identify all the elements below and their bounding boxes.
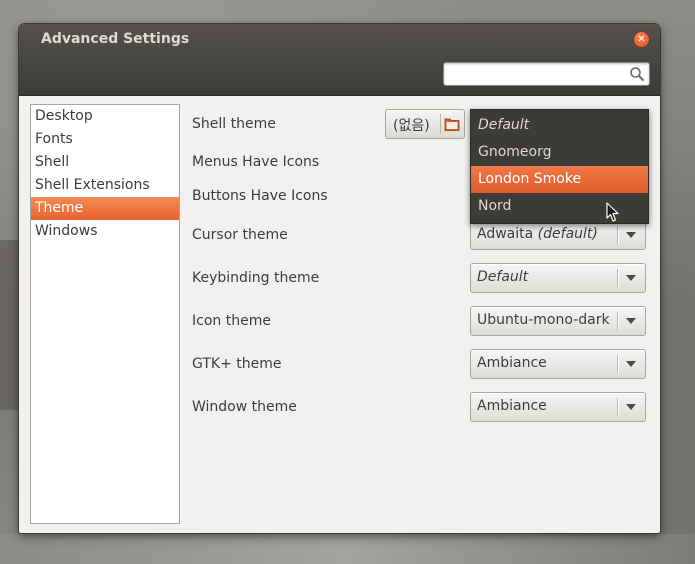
icon-theme-value: Ubuntu-mono-dark <box>477 312 610 328</box>
shell-theme-file-button[interactable]: (없음) <box>385 109 465 139</box>
cursor-theme-name: Adwaita <box>477 226 534 242</box>
menu-item-gnomeorg[interactable]: Gnomeorg <box>471 139 648 166</box>
chevron-down-icon <box>626 275 636 281</box>
search-input[interactable] <box>444 63 629 83</box>
menu-item-default[interactable]: Default <box>471 112 648 139</box>
cursor-theme-default-suffix: (default) <box>537 226 598 242</box>
menu-item-nord[interactable]: Nord <box>471 193 648 220</box>
keybinding-theme-combo[interactable]: Default <box>470 263 646 293</box>
window-theme-combo[interactable]: Ambiance <box>470 392 646 422</box>
gtk-theme-value: Ambiance <box>477 355 547 371</box>
shell-theme-none-label: (없음) <box>393 118 430 134</box>
cursor-theme-value: Adwaita (default) <box>477 226 598 242</box>
gtk-theme-combo[interactable]: Ambiance <box>470 349 646 379</box>
menus-have-icons-label: Menus Have Icons <box>192 154 320 170</box>
chevron-down-icon <box>626 361 636 367</box>
buttons-have-icons-label: Buttons Have Icons <box>192 188 328 204</box>
combo-separator <box>617 226 619 244</box>
cursor-theme-combo[interactable]: Adwaita (default) <box>470 220 646 250</box>
chevron-down-icon <box>626 232 636 238</box>
sidebar-item-theme[interactable]: Theme <box>31 197 179 220</box>
mouse-pointer-icon <box>606 202 619 222</box>
combo-separator <box>617 269 619 287</box>
sidebar-item-desktop[interactable]: Desktop <box>31 105 179 128</box>
search-field[interactable] <box>443 62 650 86</box>
chevron-down-icon <box>626 318 636 324</box>
combo-separator <box>617 355 619 373</box>
keybinding-theme-value: Default <box>477 269 529 285</box>
keybinding-theme-label: Keybinding theme <box>192 270 320 286</box>
window-title: Advanced Settings <box>41 31 190 47</box>
button-separator <box>440 114 441 134</box>
desktop-shape <box>0 534 695 564</box>
sidebar-item-shell[interactable]: Shell <box>31 151 179 174</box>
combo-separator <box>617 398 619 416</box>
window-theme-value: Ambiance <box>477 398 547 414</box>
menu-item-london-smoke[interactable]: London Smoke <box>471 166 648 193</box>
search-icon[interactable] <box>629 66 645 82</box>
sidebar-item-windows[interactable]: Windows <box>31 220 179 243</box>
sidebar-item-fonts[interactable]: Fonts <box>31 128 179 151</box>
shell-theme-dropdown-menu: Default Gnomeorg London Smoke Nord <box>470 109 649 224</box>
chevron-down-icon <box>626 404 636 410</box>
advanced-settings-window: Advanced Settings ✕ Desktop Fonts Shell … <box>19 24 660 533</box>
sidebar-item-shell-extensions[interactable]: Shell Extensions <box>31 174 179 197</box>
toolbar <box>19 55 660 96</box>
gtk-theme-label: GTK+ theme <box>192 356 282 372</box>
sidebar-list: Desktop Fonts Shell Shell Extensions The… <box>30 104 180 524</box>
combo-separator <box>617 312 619 330</box>
window-theme-label: Window theme <box>192 399 297 415</box>
title-bar[interactable]: Advanced Settings ✕ <box>19 24 660 55</box>
icon-theme-combo[interactable]: Ubuntu-mono-dark <box>470 306 646 336</box>
shell-theme-label: Shell theme <box>192 116 276 132</box>
folder-icon <box>444 118 460 131</box>
close-icon[interactable]: ✕ <box>634 32 649 47</box>
cursor-theme-label: Cursor theme <box>192 227 288 243</box>
icon-theme-label: Icon theme <box>192 313 271 329</box>
